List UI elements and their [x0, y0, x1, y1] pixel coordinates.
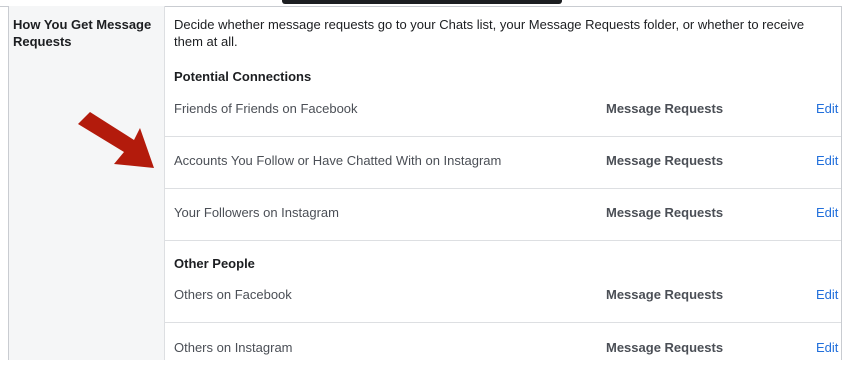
row-instagram-follow-or-chatted: Accounts You Follow or Have Chatted With…: [164, 136, 841, 189]
row-others-instagram: Others on Instagram Message Requests Edi…: [164, 323, 841, 375]
row-instagram-followers: Your Followers on Instagram Message Requ…: [164, 188, 841, 241]
setting-description: Decide whether message requests go to yo…: [174, 17, 805, 49]
row-name: Friends of Friends on Facebook: [174, 101, 358, 116]
row-name: Your Followers on Instagram: [174, 205, 339, 220]
row-value: Message Requests: [606, 340, 724, 355]
row-value: Message Requests: [606, 287, 724, 302]
row-name: Others on Instagram: [174, 340, 293, 355]
row-value: Message Requests: [606, 205, 724, 220]
edit-link[interactable]: Edit: [816, 101, 838, 116]
cropped-heading-fragment: [282, 0, 562, 4]
row-value: Message Requests: [606, 153, 724, 168]
setting-label-column: How You Get Message Requests: [9, 6, 165, 360]
edit-link[interactable]: Edit: [816, 287, 838, 302]
edit-link[interactable]: Edit: [816, 340, 838, 355]
settings-panel: How You Get Message Requests Decide whet…: [8, 6, 842, 360]
row-value: Message Requests: [606, 101, 724, 116]
section-title-potential-connections: Potential Connections: [174, 69, 312, 84]
section-title-other-people: Other People: [174, 256, 255, 271]
row-others-facebook: Others on Facebook Message Requests Edit: [164, 270, 841, 323]
red-arrow-annotation-icon: [78, 112, 154, 168]
setting-label: How You Get Message Requests: [13, 17, 152, 49]
row-name: Accounts You Follow or Have Chatted With…: [174, 153, 502, 168]
row-name: Others on Facebook: [174, 287, 292, 302]
edit-link[interactable]: Edit: [816, 153, 838, 168]
row-friends-of-friends-facebook: Friends of Friends on Facebook Message R…: [164, 84, 841, 137]
edit-link[interactable]: Edit: [816, 205, 838, 220]
